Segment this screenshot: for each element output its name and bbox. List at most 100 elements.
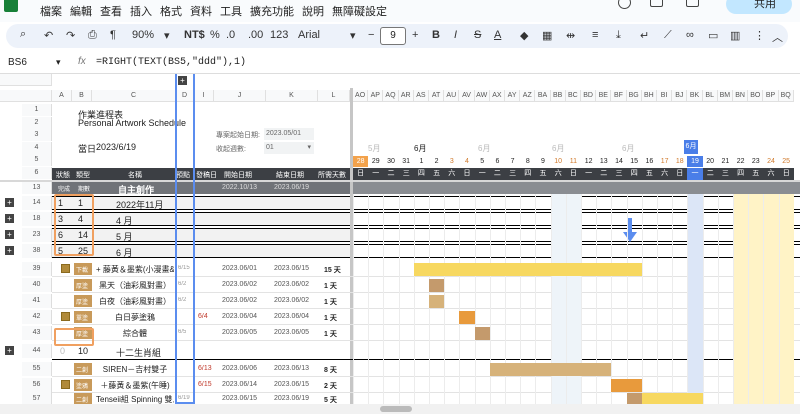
comment-insert-icon[interactable]: ▭ bbox=[708, 29, 718, 42]
column-d-selection[interactable] bbox=[175, 74, 195, 404]
row-num[interactable]: 55 bbox=[22, 362, 52, 376]
font-size-input[interactable]: 9 bbox=[380, 27, 406, 45]
row-num[interactable]: 40 bbox=[22, 278, 52, 292]
name-box[interactable]: BS6 bbox=[8, 57, 27, 68]
menu-extensions[interactable]: 擴充功能 bbox=[250, 3, 294, 19]
col-header-i[interactable]: I bbox=[194, 90, 214, 102]
name-box-dropdown-icon[interactable]: ▾ bbox=[56, 57, 61, 68]
col-header-bm[interactable]: BM bbox=[717, 90, 733, 102]
gantt-bar[interactable] bbox=[459, 311, 475, 324]
merge-cells-icon[interactable]: ⇹ bbox=[566, 29, 575, 42]
collapse-icon[interactable]: ︿ bbox=[772, 29, 783, 45]
col-header-bq[interactable]: BQ bbox=[778, 90, 794, 102]
increase-decimal-button[interactable]: .00 bbox=[248, 29, 263, 41]
col-header-aq[interactable]: AQ bbox=[383, 90, 399, 102]
more-icon[interactable]: ⋮ bbox=[754, 29, 765, 42]
row-num-44[interactable]: 44 bbox=[22, 344, 52, 358]
wrap-icon[interactable]: ↵ bbox=[640, 29, 649, 42]
col-header-a[interactable]: A bbox=[52, 90, 72, 102]
col-header-ay[interactable]: AY bbox=[505, 90, 521, 102]
row-num[interactable]: 38 bbox=[22, 244, 52, 258]
gantt-bar[interactable] bbox=[626, 393, 642, 404]
row-num[interactable]: 39 bbox=[22, 262, 52, 276]
col-header-bk[interactable]: BK bbox=[687, 90, 703, 102]
col-header-bd[interactable]: BD bbox=[581, 90, 597, 102]
menu-help[interactable]: 說明 bbox=[302, 3, 324, 19]
font-size-decrease[interactable]: − bbox=[368, 29, 374, 41]
corner-cell[interactable] bbox=[0, 90, 52, 102]
menu-accessibility[interactable]: 無障礙設定 bbox=[332, 3, 387, 19]
font-dropdown-icon[interactable]: ▾ bbox=[350, 29, 356, 42]
zoom-dropdown-icon[interactable]: ▾ bbox=[164, 29, 170, 42]
row-num[interactable]: 42 bbox=[22, 310, 52, 324]
search-menus-icon[interactable]: ⌕ bbox=[20, 28, 26, 41]
menu-edit[interactable]: 編輯 bbox=[70, 3, 92, 19]
scroll-thumb[interactable] bbox=[380, 406, 412, 412]
col-header-bp[interactable]: BP bbox=[763, 90, 779, 102]
text-color-icon[interactable]: A bbox=[494, 29, 501, 41]
zoom-select[interactable]: 90% bbox=[132, 29, 154, 41]
undo-icon[interactable]: ↶ bbox=[44, 29, 53, 42]
gantt-bar[interactable] bbox=[474, 327, 490, 340]
menu-insert[interactable]: 插入 bbox=[130, 3, 152, 19]
row-num[interactable]: 43 bbox=[22, 326, 52, 340]
gantt-bar[interactable] bbox=[429, 295, 445, 308]
rotate-icon[interactable]: ⟋ bbox=[664, 29, 672, 42]
decrease-decimal-button[interactable]: .0 bbox=[226, 29, 235, 41]
col-header-k[interactable]: K bbox=[266, 90, 318, 102]
col-header-ba[interactable]: BA bbox=[535, 90, 551, 102]
menu-tools[interactable]: 工具 bbox=[220, 3, 242, 19]
redo-icon[interactable]: ↷ bbox=[66, 29, 75, 42]
gantt-bar[interactable] bbox=[611, 379, 642, 392]
link-icon[interactable]: ∞ bbox=[686, 29, 694, 41]
menu-view[interactable]: 查看 bbox=[100, 3, 122, 19]
col-header-aw[interactable]: AW bbox=[474, 90, 490, 102]
row-num-4[interactable]: 4 bbox=[22, 141, 52, 154]
currency-button[interactable]: NT$ bbox=[184, 29, 205, 41]
col-header-av[interactable]: AV bbox=[459, 90, 475, 102]
col-header-bl[interactable]: BL bbox=[702, 90, 718, 102]
col-header-ar[interactable]: AR bbox=[398, 90, 414, 102]
number-format-button[interactable]: 123 bbox=[270, 29, 288, 41]
col-header-au[interactable]: AU bbox=[444, 90, 460, 102]
group-toggle-icon[interactable]: + bbox=[5, 230, 14, 239]
row-num[interactable]: 56 bbox=[22, 378, 52, 392]
row-num-2[interactable]: 2 bbox=[22, 116, 52, 129]
col-header-j[interactable]: J bbox=[214, 90, 266, 102]
horizontal-scrollbar[interactable] bbox=[0, 404, 800, 414]
col-header-b[interactable]: B bbox=[72, 90, 92, 102]
col-header-bj[interactable]: BJ bbox=[672, 90, 688, 102]
gantt-bar[interactable] bbox=[429, 279, 445, 292]
menu-file[interactable]: 檔案 bbox=[40, 3, 62, 19]
row-num-5[interactable]: 5 bbox=[22, 154, 52, 166]
font-size-increase[interactable]: + bbox=[412, 29, 418, 41]
col-header-bh[interactable]: BH bbox=[641, 90, 657, 102]
halign-icon[interactable]: ≡ bbox=[592, 29, 598, 41]
col-header-bb[interactable]: BB bbox=[550, 90, 566, 102]
col-header-bi[interactable]: BI bbox=[657, 90, 673, 102]
borders-icon[interactable]: ▦ bbox=[542, 29, 552, 42]
col-header-ao[interactable]: AO bbox=[353, 90, 369, 102]
group-toggle-icon[interactable]: + bbox=[5, 246, 14, 255]
bold-icon[interactable]: B bbox=[432, 29, 440, 41]
row-num[interactable]: 23 bbox=[22, 228, 52, 242]
row-num-1[interactable]: 1 bbox=[22, 104, 52, 116]
font-select[interactable]: Arial bbox=[298, 29, 320, 41]
gantt-bar[interactable] bbox=[413, 263, 642, 276]
col-header-bn[interactable]: BN bbox=[733, 90, 749, 102]
col-header-at[interactable]: AT bbox=[429, 90, 445, 102]
strikethrough-icon[interactable]: S bbox=[474, 29, 481, 41]
valign-icon[interactable]: ⤓ bbox=[616, 29, 621, 42]
formula-input[interactable]: =RIGHT(TEXT(BS5,"ddd"),1) bbox=[96, 57, 246, 68]
col-header-l[interactable]: L bbox=[318, 90, 350, 102]
status-checkbox[interactable] bbox=[61, 264, 70, 273]
meet-icon[interactable] bbox=[686, 0, 699, 7]
row-num[interactable]: 18 bbox=[22, 212, 52, 226]
col-header-bf[interactable]: BF bbox=[611, 90, 627, 102]
row-num-3[interactable]: 3 bbox=[22, 129, 52, 141]
fill-color-icon[interactable]: ◆ bbox=[520, 29, 528, 42]
col-header-az[interactable]: AZ bbox=[520, 90, 536, 102]
collapse-weeks-select[interactable]: 01 ▾ bbox=[264, 142, 314, 154]
group-toggle-icon[interactable]: + bbox=[5, 198, 14, 207]
italic-icon[interactable]: I bbox=[454, 29, 457, 41]
